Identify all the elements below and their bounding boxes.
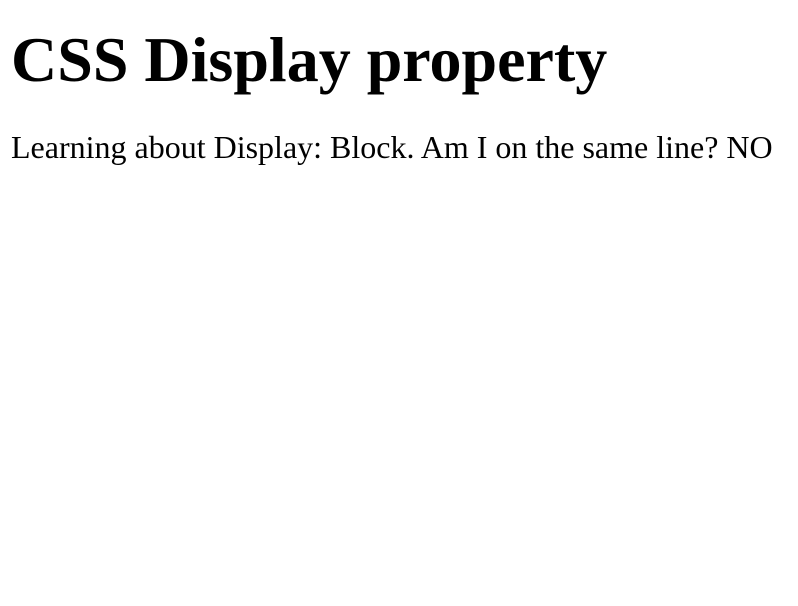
page-title: CSS Display property (11, 24, 608, 95)
body-text: Learning about Display: Block. Am I on t… (11, 129, 773, 165)
page-content: CSS Display property Learning about Disp… (0, 0, 798, 606)
